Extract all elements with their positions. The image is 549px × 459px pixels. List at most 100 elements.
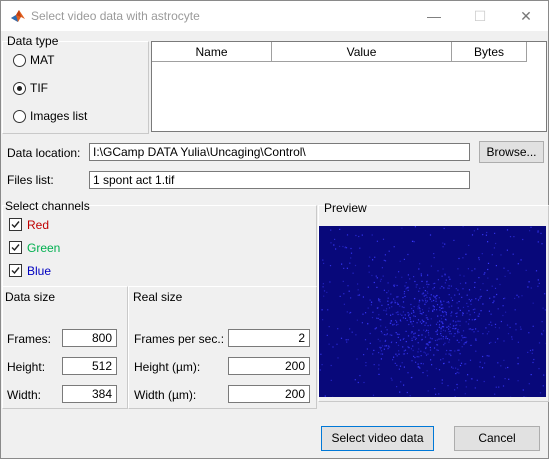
close-button[interactable]: ✕ — [503, 1, 549, 31]
preview-pixel — [494, 341, 496, 343]
red-channel-checkbox[interactable] — [9, 218, 22, 231]
preview-pixel — [396, 321, 398, 323]
preview-pixel — [456, 383, 458, 386]
preview-pixel — [457, 349, 459, 351]
preview-pixel — [379, 319, 381, 321]
preview-pixel — [443, 227, 445, 230]
preview-pixel — [462, 314, 464, 316]
preview-pixel — [541, 332, 543, 335]
minimize-button[interactable]: — — [411, 1, 457, 31]
preview-pixel — [439, 287, 441, 289]
preview-pixel — [421, 319, 423, 321]
preview-pixel — [335, 248, 337, 250]
preview-pixel — [389, 334, 391, 336]
preview-pixel — [460, 362, 463, 364]
preview-pixel — [385, 345, 388, 347]
variables-table[interactable]: Name Value Bytes — [151, 41, 547, 132]
preview-pixel — [479, 361, 481, 363]
preview-pixel — [511, 338, 513, 340]
preview-pixel — [423, 351, 425, 353]
preview-pixel — [442, 311, 444, 313]
preview-pixel — [378, 373, 380, 375]
data-location-input[interactable]: I:\GCamp DATA Yulia\Uncaging\Control\ — [89, 143, 470, 161]
preview-pixel — [492, 302, 494, 304]
files-list-input[interactable]: 1 spont act 1.tif — [89, 171, 470, 189]
preview-pixel — [410, 332, 412, 334]
preview-pixel — [390, 293, 392, 295]
preview-pixel — [443, 326, 445, 328]
preview-pixel — [351, 331, 353, 333]
preview-pixel — [346, 267, 348, 269]
column-header-name[interactable]: Name — [152, 42, 272, 62]
preview-pixel — [407, 287, 409, 289]
green-channel-checkbox[interactable] — [9, 241, 22, 254]
preview-pixel — [418, 356, 420, 358]
preview-pixel — [542, 307, 544, 309]
real-height-input[interactable]: 200 — [228, 357, 310, 375]
preview-pixel — [376, 317, 378, 319]
preview-pixel — [421, 339, 423, 341]
preview-pixel — [533, 358, 535, 361]
preview-pixel — [505, 311, 507, 313]
preview-pixel — [522, 238, 524, 241]
select-video-data-button[interactable]: Select video data — [321, 426, 434, 451]
preview-pixel — [497, 362, 499, 364]
frames-input[interactable]: 800 — [62, 329, 117, 347]
preview-pixel — [456, 312, 458, 314]
preview-pixel — [346, 311, 348, 313]
preview-pixel — [530, 287, 532, 289]
preview-pixel — [361, 234, 363, 236]
preview-pixel — [403, 384, 405, 386]
preview-pixel — [399, 319, 401, 321]
preview-pixel — [414, 280, 416, 283]
preview-pixel — [367, 307, 369, 309]
browse-button[interactable]: Browse... — [479, 141, 544, 163]
preview-pixel — [494, 287, 497, 289]
preview-pixel — [387, 348, 389, 350]
fps-input[interactable]: 2 — [228, 329, 310, 347]
preview-pixel — [442, 246, 444, 248]
preview-pixel — [410, 377, 412, 379]
real-height-label: Height (µm): — [134, 360, 201, 374]
preview-pixel — [402, 297, 404, 299]
preview-pixel — [445, 314, 447, 316]
preview-pixel — [426, 375, 429, 377]
cancel-button[interactable]: Cancel — [454, 426, 540, 451]
blue-channel-checkbox[interactable] — [9, 264, 22, 277]
preview-pixel — [433, 299, 435, 302]
preview-pixel — [538, 368, 540, 370]
preview-pixel — [475, 339, 477, 341]
preview-pixel — [456, 302, 458, 304]
maximize-button[interactable]: ☐ — [457, 1, 503, 31]
blue-channel-label: Blue — [27, 264, 52, 278]
preview-pixel — [429, 349, 432, 351]
preview-pixel — [424, 324, 426, 326]
images-list-radio[interactable] — [13, 110, 26, 123]
preview-pixel — [407, 312, 409, 314]
tif-radio[interactable] — [13, 82, 26, 95]
preview-pixel — [462, 312, 464, 314]
preview-pixel — [470, 344, 472, 346]
height-input[interactable]: 512 — [62, 357, 117, 375]
preview-pixel — [445, 319, 447, 321]
preview-pixel — [350, 247, 352, 250]
preview-pixel — [392, 313, 394, 315]
preview-pixel — [429, 341, 431, 343]
preview-pixel — [486, 355, 488, 357]
width-input[interactable]: 384 — [62, 385, 117, 403]
preview-pixel — [387, 282, 389, 284]
preview-pixel — [462, 337, 464, 339]
mat-radio[interactable] — [13, 54, 26, 67]
preview-pixel — [423, 286, 425, 289]
preview-pixel — [495, 265, 497, 267]
column-header-bytes[interactable]: Bytes — [452, 42, 527, 62]
preview-pixel — [371, 317, 374, 319]
preview-pixel — [428, 334, 430, 336]
real-width-input[interactable]: 200 — [228, 385, 310, 403]
preview-pixel — [458, 293, 460, 295]
column-header-value[interactable]: Value — [272, 42, 452, 62]
preview-pixel — [465, 321, 467, 323]
preview-pixel — [346, 341, 348, 343]
preview-pixel — [486, 333, 488, 335]
preview-pixel — [448, 339, 451, 341]
